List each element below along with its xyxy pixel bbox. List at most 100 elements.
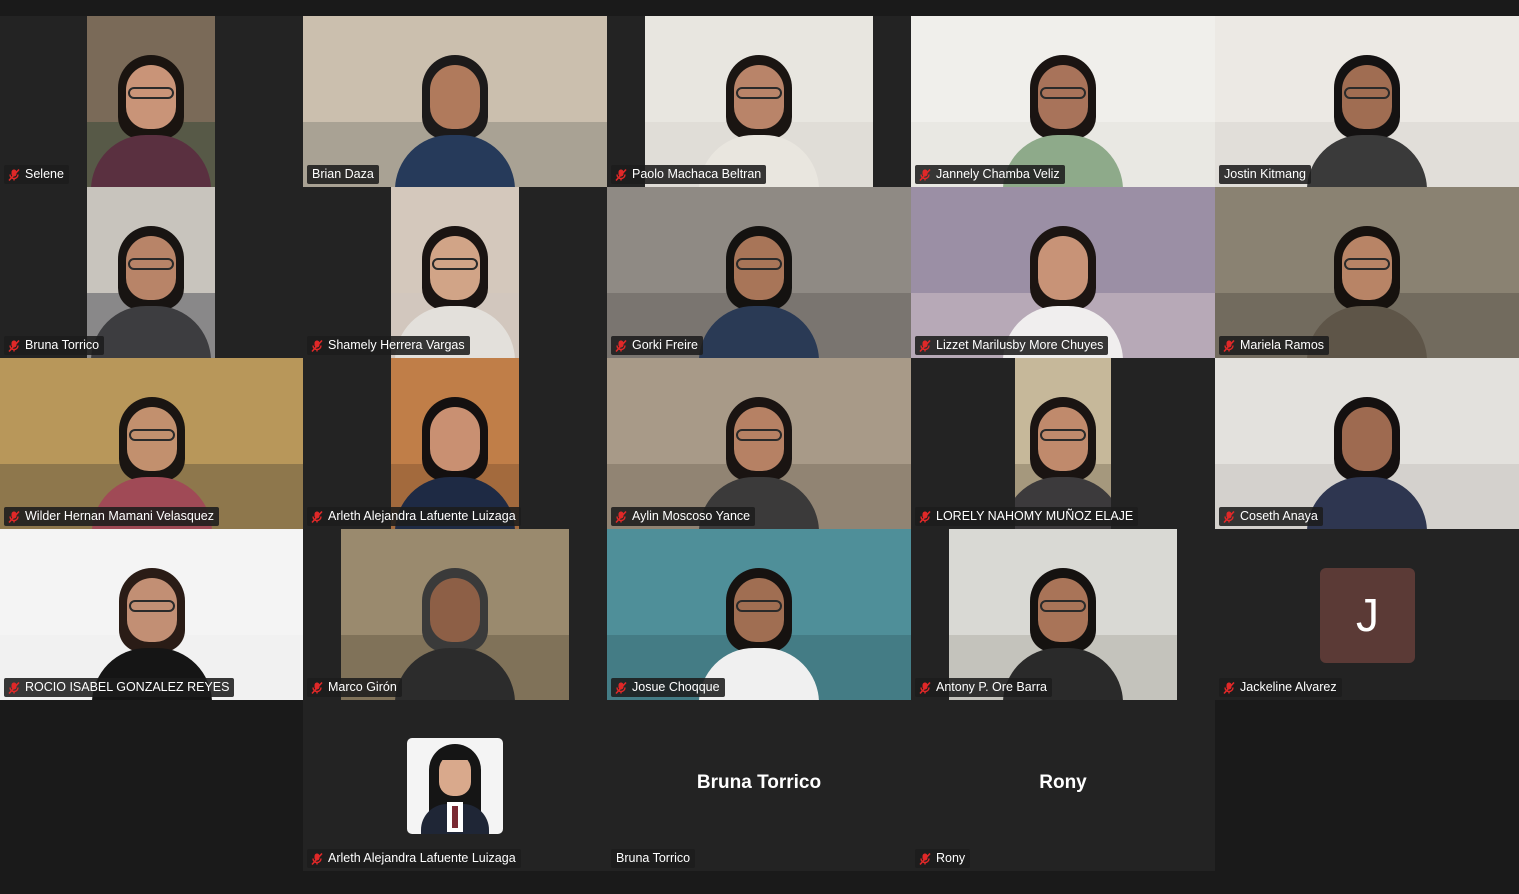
participant-tile[interactable]: Jannely Chamba Veliz [911, 16, 1215, 187]
participant-video [391, 358, 519, 529]
microphone-muted-icon [918, 339, 932, 353]
participant-name-tag: Shamely Herrera Vargas [307, 336, 470, 355]
participant-name-tag: Coseth Anaya [1219, 507, 1323, 526]
participant-name-tag: Lizzet Marilusby More Chuyes [915, 336, 1109, 355]
participant-tile[interactable]: J Jackeline Alvarez [1215, 529, 1519, 700]
participant-tile[interactable]: Paolo Machaca Beltran [607, 16, 911, 187]
participant-name-tag: Rony [915, 849, 971, 868]
participant-video [87, 187, 215, 358]
participant-name: Wilder Hernan Mamani Velasquez [25, 509, 214, 523]
participant-tile[interactable]: Arleth Alejandra Lafuente Luizaga [303, 700, 607, 871]
participant-name: Shamely Herrera Vargas [328, 338, 465, 352]
participant-video [341, 529, 569, 700]
participant-tile[interactable]: Aylin Moscoso Yance [607, 358, 911, 529]
participant-tile[interactable]: LORELY NAHOMY MUÑOZ ELAJE [911, 358, 1215, 529]
participant-tile[interactable]: Josue Choqque [607, 529, 911, 700]
participant-name: Paolo Machaca Beltran [632, 167, 762, 181]
microphone-muted-icon [7, 168, 21, 182]
microphone-muted-icon [918, 510, 932, 524]
microphone-muted-icon [310, 852, 324, 866]
participant-name: Arleth Alejandra Lafuente Luizaga [328, 851, 516, 865]
participant-tile[interactable]: Mariela Ramos [1215, 187, 1519, 358]
participant-tile[interactable]: Bruna Torrico Bruna Torrico [607, 700, 911, 871]
participant-tile[interactable]: Arleth Alejandra Lafuente Luizaga [303, 358, 607, 529]
participant-name-tag: LORELY NAHOMY MUÑOZ ELAJE [915, 507, 1139, 526]
participant-name: Jannely Chamba Veliz [936, 167, 1060, 181]
participant-name-tag: Wilder Hernan Mamani Velasquez [4, 507, 219, 526]
participant-name-tag: Jannely Chamba Veliz [915, 165, 1065, 184]
microphone-muted-icon [310, 510, 324, 524]
participant-tile[interactable]: Lizzet Marilusby More Chuyes [911, 187, 1215, 358]
participant-name: Marco Girón [328, 680, 397, 694]
microphone-muted-icon [918, 168, 932, 182]
participant-name: Aylin Moscoso Yance [632, 509, 751, 523]
participant-name-tag: Marco Girón [307, 678, 402, 697]
participant-name: Coseth Anaya [1240, 509, 1318, 523]
participant-tile[interactable]: Jostin Kitmang [1215, 16, 1519, 187]
participant-video [1015, 358, 1111, 529]
participant-name-tag: Arleth Alejandra Lafuente Luizaga [307, 849, 521, 868]
participant-tile[interactable]: Marco Girón [303, 529, 607, 700]
participant-video [607, 358, 911, 529]
participant-tile[interactable]: Wilder Hernan Mamani Velasquez [0, 358, 303, 529]
microphone-muted-icon [1222, 681, 1236, 695]
participant-name-tag: Aylin Moscoso Yance [611, 507, 756, 526]
microphone-muted-icon [918, 852, 932, 866]
participant-tile[interactable]: Selene [0, 16, 303, 187]
participant-tile[interactable]: Gorki Freire [607, 187, 911, 358]
participant-name-tag: ROCIO ISABEL GONZALEZ REYES [4, 678, 235, 697]
participant-tile[interactable]: Shamely Herrera Vargas [303, 187, 607, 358]
participant-video [303, 16, 607, 187]
participant-name: Bruna Torrico [25, 338, 100, 352]
participant-video [911, 187, 1215, 358]
microphone-muted-icon [614, 168, 628, 182]
participant-name-tag: Brian Daza [307, 165, 379, 184]
participant-name-tag: Jostin Kitmang [1219, 165, 1311, 184]
participant-tile[interactable]: Coseth Anaya [1215, 358, 1519, 529]
participant-video [391, 187, 519, 358]
participant-name-tag: Arleth Alejandra Lafuente Luizaga [307, 507, 521, 526]
microphone-muted-icon [310, 339, 324, 353]
participant-name-tag: Mariela Ramos [1219, 336, 1330, 355]
participant-display-name: Rony [1039, 771, 1087, 793]
participant-tile[interactable]: ROCIO ISABEL GONZALEZ REYES [0, 529, 303, 700]
participant-name-tag: Paolo Machaca Beltran [611, 165, 767, 184]
participant-video [645, 16, 873, 187]
participant-tile[interactable]: Antony P. Ore Barra [911, 529, 1215, 700]
participant-name: Rony [936, 851, 966, 865]
participant-tile[interactable]: Bruna Torrico [0, 187, 303, 358]
microphone-muted-icon [7, 510, 21, 524]
avatar-initial: J [1320, 567, 1415, 663]
profile-photo [407, 737, 503, 834]
participant-name-tag: Bruna Torrico [4, 336, 105, 355]
participant-name: Gorki Freire [632, 338, 698, 352]
participant-video [0, 529, 303, 700]
participant-name: Josue Choqque [632, 680, 720, 694]
participant-name-tag: Antony P. Ore Barra [915, 678, 1052, 697]
participant-name-tag: Bruna Torrico [611, 849, 696, 868]
participant-video [949, 529, 1177, 700]
participant-name: Bruna Torrico [616, 851, 691, 865]
microphone-muted-icon [310, 681, 324, 695]
participant-name: Selene [25, 167, 64, 181]
participant-name: LORELY NAHOMY MUÑOZ ELAJE [936, 509, 1134, 523]
participant-name: Antony P. Ore Barra [936, 680, 1047, 694]
participant-video [607, 529, 911, 700]
microphone-muted-icon [7, 339, 21, 353]
participant-video [1215, 187, 1519, 358]
microphone-muted-icon [918, 681, 932, 695]
microphone-muted-icon [7, 681, 21, 695]
participant-name-tag: Gorki Freire [611, 336, 703, 355]
participant-tile[interactable]: Rony Rony [911, 700, 1215, 871]
participant-name: Jostin Kitmang [1224, 167, 1306, 181]
participant-name: Lizzet Marilusby More Chuyes [936, 338, 1104, 352]
participant-name: Arleth Alejandra Lafuente Luizaga [328, 509, 516, 523]
microphone-muted-icon [1222, 339, 1236, 353]
participant-video [87, 16, 215, 187]
participant-video [1215, 358, 1519, 529]
participant-tile[interactable]: Brian Daza [303, 16, 607, 187]
participant-video [607, 187, 911, 358]
participant-name: ROCIO ISABEL GONZALEZ REYES [25, 680, 230, 694]
participant-video [1215, 16, 1519, 187]
participant-name-tag: Josue Choqque [611, 678, 725, 697]
